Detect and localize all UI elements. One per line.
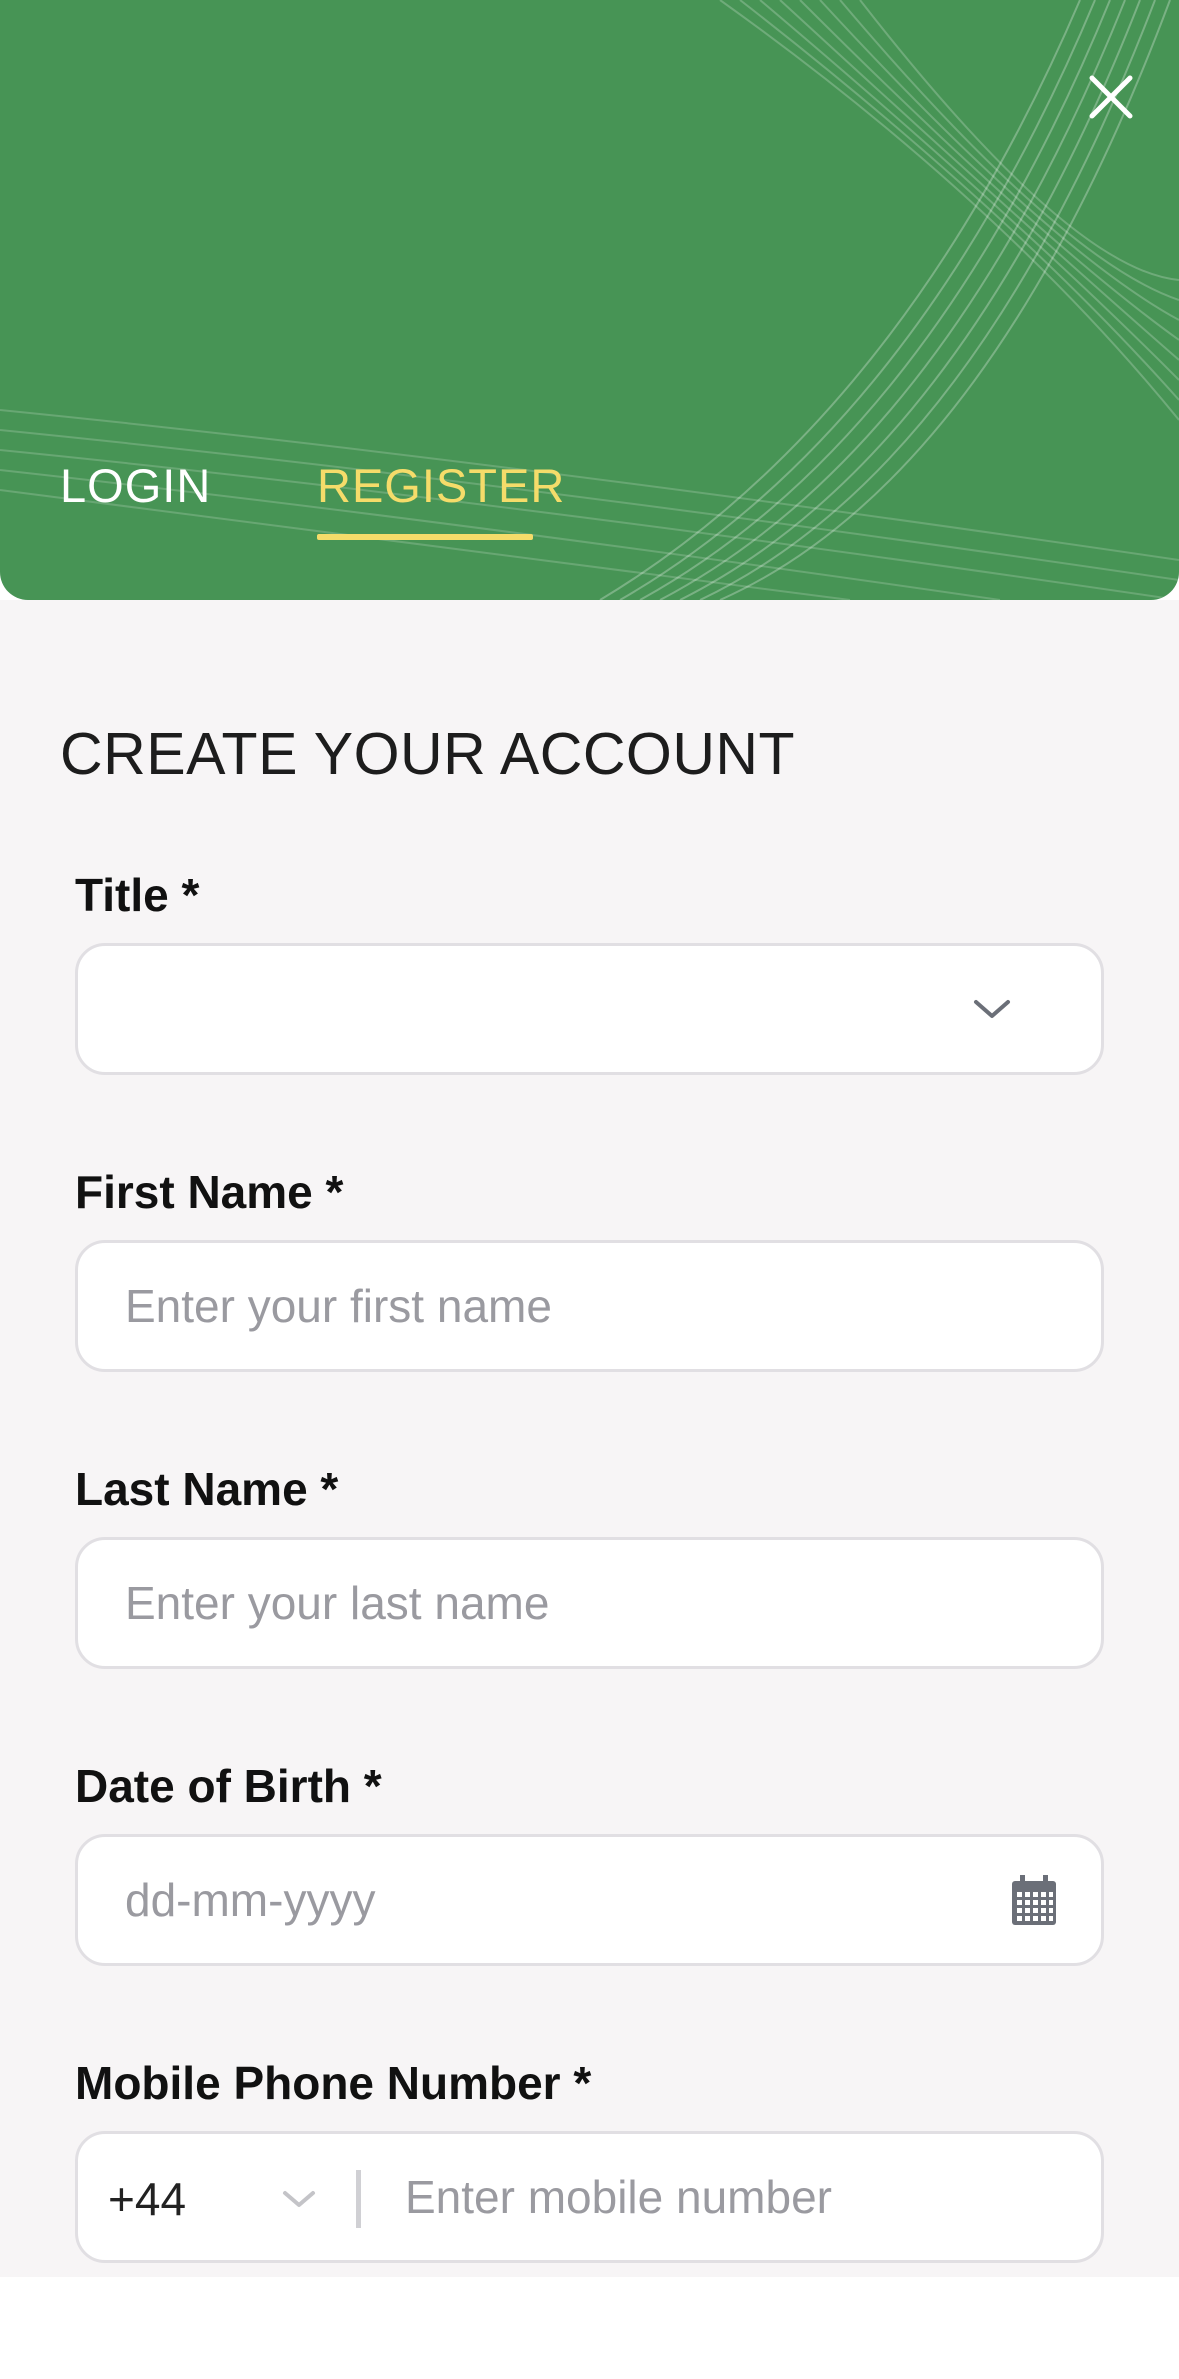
country-code-value: +44 (108, 2173, 187, 2225)
last-name-placeholder: Enter your last name (125, 1577, 550, 1629)
chevron-down-icon (974, 1000, 1010, 1018)
first-name-label: First Name * (75, 1166, 344, 1218)
auth-header: LOGIN REGISTER (0, 0, 1179, 600)
page-title: CREATE YOUR ACCOUNT (60, 721, 796, 787)
active-tab-indicator (317, 534, 533, 540)
phone-divider (356, 2170, 361, 2228)
close-button[interactable] (1080, 66, 1142, 128)
dob-field[interactable]: dd-mm-yyyy (75, 1834, 1104, 1966)
dob-placeholder: dd-mm-yyyy (125, 1874, 376, 1926)
country-code-select[interactable]: +44 (78, 2134, 348, 2260)
title-label: Title * (75, 869, 200, 921)
mobile-field: +44 Enter mobile number (75, 2131, 1104, 2263)
close-icon (1089, 75, 1133, 119)
register-form: CREATE YOUR ACCOUNT Title * First Name *… (0, 600, 1179, 2277)
last-name-field[interactable]: Enter your last name (75, 1537, 1104, 1669)
title-select[interactable] (75, 943, 1104, 1075)
mobile-label: Mobile Phone Number * (75, 2057, 592, 2109)
mobile-number-input[interactable]: Enter mobile number (405, 2170, 832, 2224)
calendar-icon[interactable] (1010, 1875, 1058, 1927)
chevron-down-icon (283, 2191, 315, 2207)
tab-register[interactable]: REGISTER (317, 458, 565, 513)
last-name-label: Last Name * (75, 1463, 339, 1515)
tab-login[interactable]: LOGIN (60, 458, 211, 513)
dob-label: Date of Birth * (75, 1760, 382, 1812)
first-name-placeholder: Enter your first name (125, 1280, 552, 1332)
first-name-field[interactable]: Enter your first name (75, 1240, 1104, 1372)
